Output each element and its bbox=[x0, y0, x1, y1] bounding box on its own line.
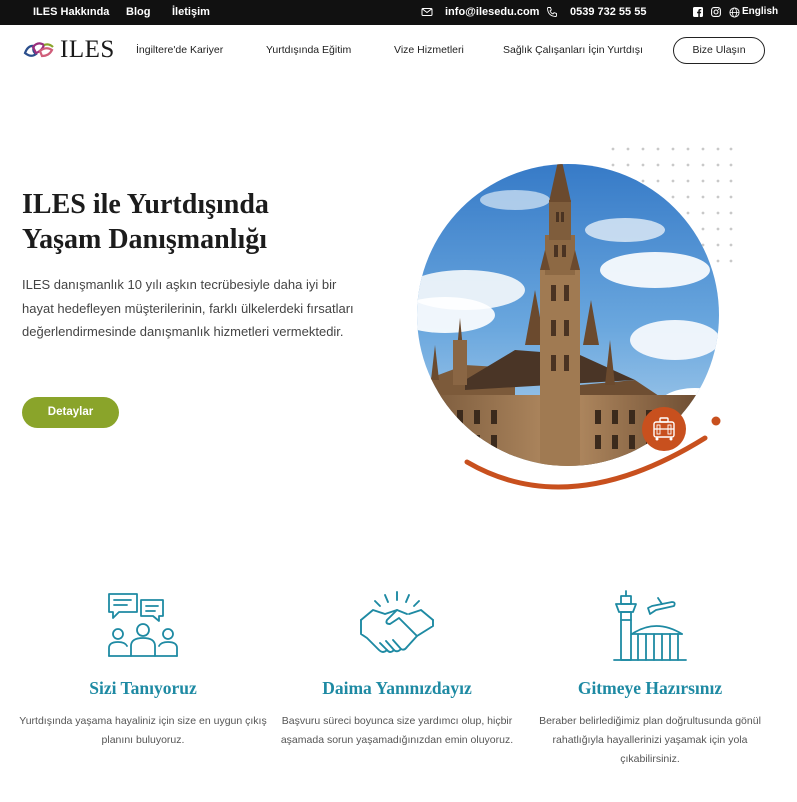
feature-text-always-with-you: Başvuru süreci boyunca size yardımcı olu… bbox=[280, 715, 514, 746]
phone-icon bbox=[547, 7, 557, 17]
topbar-link-blog[interactable]: Blog bbox=[126, 6, 150, 18]
people-chat-icon bbox=[108, 593, 178, 657]
nav-link-career-uk[interactable]: İngiltere'de Kariyer bbox=[136, 44, 223, 56]
hero-image-area bbox=[417, 147, 733, 490]
details-button[interactable]: Detaylar bbox=[22, 397, 119, 428]
feature-text-know-you: Yurtdışında yaşama hayaliniz için size e… bbox=[19, 715, 267, 746]
hero-description: ILES danışmanlık 10 yılı aşkın tecrübesi… bbox=[22, 277, 354, 339]
topbar-email[interactable]: info@ilesedu.com bbox=[445, 6, 539, 18]
nav-link-study-abroad[interactable]: Yurtdışında Eğitim bbox=[266, 44, 351, 56]
hero-title-line-2: Yaşam Danışmanlığı bbox=[22, 224, 268, 255]
topbar-link-about[interactable]: ILES Hakkında bbox=[33, 6, 109, 18]
airport-tower-icon bbox=[613, 590, 687, 661]
nav-link-healthcare-abroad[interactable]: Sağlık Çalışanları İçin Yurtdışı bbox=[503, 44, 643, 56]
feature-text-ready-to-go: Beraber belirlediğimiz plan doğrultusund… bbox=[539, 715, 761, 765]
facebook-icon[interactable] bbox=[693, 7, 703, 17]
decorative-dot bbox=[711, 416, 721, 426]
topbar-link-contact[interactable]: İletişim bbox=[172, 6, 210, 18]
feature-title-know-you: Sizi Tanıyoruz bbox=[89, 678, 197, 698]
main-nav: ILES İngiltere'de Kariyer Yurtdışında Eğ… bbox=[0, 25, 797, 75]
nav-link-visa-services[interactable]: Vize Hizmetleri bbox=[394, 44, 464, 56]
logo-text[interactable]: ILES bbox=[60, 36, 115, 64]
mail-icon bbox=[421, 8, 433, 16]
feature-always-with-you: Daima Yanınızdayız Başvuru süreci boyunc… bbox=[267, 590, 527, 750]
topbar-phone[interactable]: 0539 732 55 55 bbox=[570, 6, 646, 18]
instagram-icon[interactable] bbox=[711, 7, 721, 17]
hero-title: ILES ile Yurtdışında Yaşam Danışmanlığı bbox=[22, 187, 269, 257]
town-hall-photo bbox=[417, 164, 719, 466]
feature-ready-to-go: Gitmeye Hazırsınız Beraber belirlediğimi… bbox=[520, 590, 780, 769]
feature-title-always-with-you: Daima Yanınızdayız bbox=[322, 678, 472, 698]
hero-title-line-1: ILES ile Yurtdışında bbox=[22, 189, 269, 220]
contact-us-button[interactable]: Bize Ulaşın bbox=[673, 37, 765, 64]
iles-logo-icon[interactable] bbox=[22, 37, 58, 63]
handshake-icon bbox=[360, 591, 434, 653]
globe-icon bbox=[729, 6, 740, 18]
feature-know-you: Sizi Tanıyoruz Yurtdışında yaşama hayali… bbox=[13, 590, 273, 750]
luggage-icon bbox=[642, 407, 686, 451]
feature-title-ready-to-go: Gitmeye Hazırsınız bbox=[577, 678, 723, 698]
language-switch[interactable]: English bbox=[742, 6, 778, 17]
top-bar: ILES Hakkında Blog İletişim info@ilesedu… bbox=[0, 0, 797, 25]
